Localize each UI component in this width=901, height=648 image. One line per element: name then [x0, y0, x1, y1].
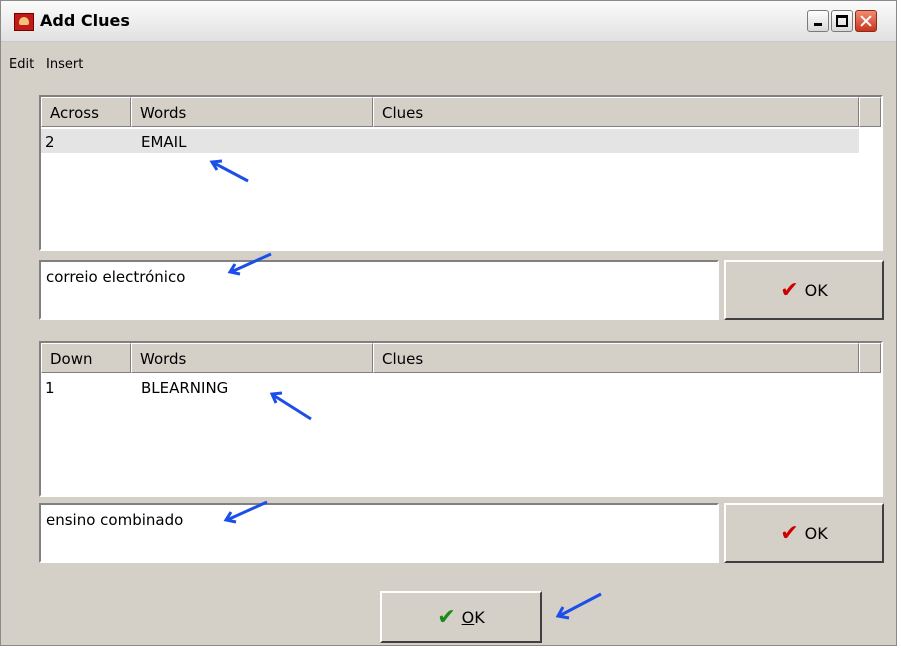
ok-label: OK: [804, 280, 828, 300]
row-number: 2: [45, 133, 55, 151]
menu-bar: Edit Insert: [1, 42, 896, 72]
column-header-words[interactable]: Words: [131, 343, 373, 373]
annotation-arrow-icon: [223, 500, 268, 524]
column-header-filler: [859, 97, 881, 127]
menu-insert[interactable]: Insert: [46, 57, 83, 72]
main-ok-button[interactable]: ✔ OK: [380, 591, 542, 643]
close-icon[interactable]: [855, 10, 877, 32]
across-clue-input[interactable]: correio electrónico: [39, 260, 719, 320]
table-row[interactable]: 1 BLEARNING: [41, 375, 859, 399]
maximize-icon[interactable]: [831, 10, 853, 32]
row-word: EMAIL: [141, 133, 187, 151]
add-clues-window: Add Clues Edit Insert Across Words Clues…: [0, 0, 897, 646]
checkmark-icon: ✔: [780, 520, 799, 546]
annotation-arrow-icon: [555, 592, 602, 620]
column-header-filler: [859, 343, 881, 373]
app-icon: [14, 13, 34, 31]
ok-label: OK: [461, 607, 485, 627]
row-number: 1: [45, 379, 55, 397]
annotation-arrow-icon: [209, 159, 249, 183]
annotation-arrow-icon: [227, 252, 272, 276]
checkmark-icon: ✔: [780, 277, 799, 303]
table-row[interactable]: 2 EMAIL: [41, 129, 859, 153]
down-ok-button[interactable]: ✔ OK: [724, 503, 884, 563]
across-ok-button[interactable]: ✔ OK: [724, 260, 884, 320]
ok-label: OK: [804, 523, 828, 543]
column-header-across[interactable]: Across: [41, 97, 131, 127]
column-header-down[interactable]: Down: [41, 343, 131, 373]
window-title: Add Clues: [40, 11, 130, 30]
menu-edit[interactable]: Edit: [9, 57, 34, 72]
column-header-clues[interactable]: Clues: [373, 97, 859, 127]
column-header-clues[interactable]: Clues: [373, 343, 859, 373]
down-list[interactable]: Down Words Clues 1 BLEARNING: [39, 341, 883, 497]
column-header-words[interactable]: Words: [131, 97, 373, 127]
checkmark-icon: ✔: [437, 604, 456, 630]
row-word: BLEARNING: [141, 379, 229, 397]
annotation-arrow-icon: [269, 391, 312, 421]
title-bar[interactable]: Add Clues: [1, 1, 896, 42]
down-clue-input[interactable]: ensino combinado: [39, 503, 719, 563]
minimize-icon[interactable]: [807, 10, 829, 32]
across-list[interactable]: Across Words Clues 2 EMAIL: [39, 95, 883, 251]
